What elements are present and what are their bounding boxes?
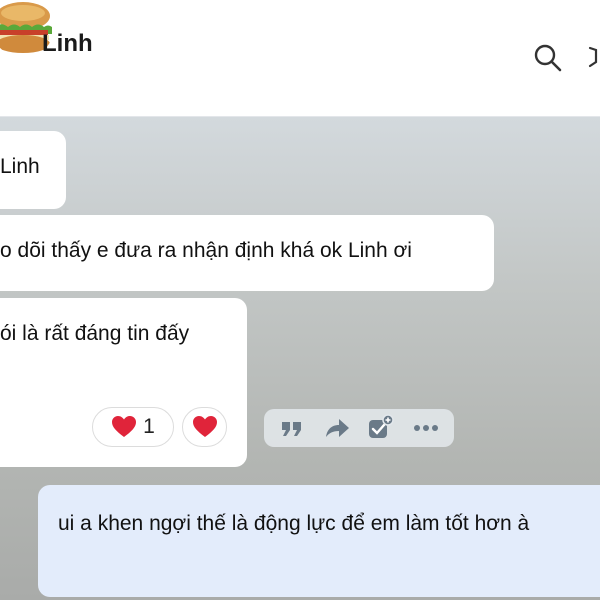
add-task-icon[interactable] xyxy=(367,414,395,442)
message-bubble[interactable]: Linh xyxy=(0,131,66,209)
message-actions-bar xyxy=(264,409,454,447)
message-text: ói là rất đáng tin đấy xyxy=(0,322,190,345)
heart-icon xyxy=(192,416,217,437)
quote-icon[interactable] xyxy=(278,414,306,442)
my-message-bubble[interactable]: ui a khen ngợi thế là động lực để em làm… xyxy=(38,485,600,597)
search-icon[interactable] xyxy=(532,42,564,74)
more-options-icon[interactable] xyxy=(412,414,440,442)
message-bubble[interactable]: o dõi thấy e đưa ra nhận định khá ok Lin… xyxy=(0,215,494,291)
heart-icon xyxy=(112,416,137,437)
message-text: o dõi thấy e đưa ra nhận định khá ok Lin… xyxy=(0,239,412,262)
message-text: ui a khen ngợi thế là động lực để em làm… xyxy=(58,512,530,535)
add-heart-reaction[interactable] xyxy=(182,407,227,447)
message-text: Linh xyxy=(0,155,40,178)
heart-reaction-count[interactable]: 1 xyxy=(92,407,174,447)
reaction-count: 1 xyxy=(143,415,155,438)
chat-area: Linh o dõi thấy e đưa ra nhận định khá o… xyxy=(0,117,600,600)
chat-header: Linh xyxy=(0,0,600,117)
more-icon[interactable] xyxy=(588,42,600,74)
forward-icon[interactable] xyxy=(323,414,351,442)
contact-name: Linh xyxy=(42,30,93,57)
